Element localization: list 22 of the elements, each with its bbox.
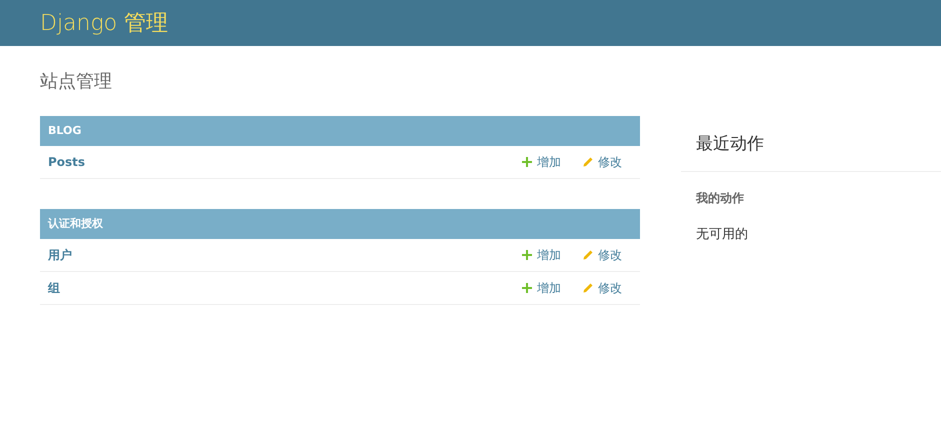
page-title: 站点管理 [40, 70, 112, 93]
add-link[interactable]: 增加 [522, 280, 561, 296]
pencil-icon [583, 283, 593, 293]
pencil-icon [583, 250, 593, 260]
module-caption: 认证和授权 [40, 209, 640, 239]
module-caption: BLOG [40, 116, 640, 146]
panel-subtitle: 我的动作 [694, 190, 745, 207]
model-link[interactable]: 用户 [48, 246, 500, 264]
plus-icon [522, 250, 532, 260]
empty-message: 无可用的 [695, 226, 749, 243]
site-title[interactable]: Django 管理 [40, 8, 168, 38]
pencil-icon [583, 157, 593, 167]
add-link[interactable]: 增加 [522, 154, 561, 170]
model-link[interactable]: 组 [48, 280, 500, 296]
change-link[interactable]: 修改 [583, 280, 622, 296]
add-link[interactable]: 增加 [522, 246, 561, 264]
model-link[interactable]: Posts [48, 155, 500, 169]
plus-icon [522, 283, 532, 293]
change-link[interactable]: 修改 [583, 246, 622, 264]
plus-icon [522, 157, 532, 167]
panel-title: 最近动作 [681, 116, 941, 172]
change-link[interactable]: 修改 [583, 154, 622, 170]
